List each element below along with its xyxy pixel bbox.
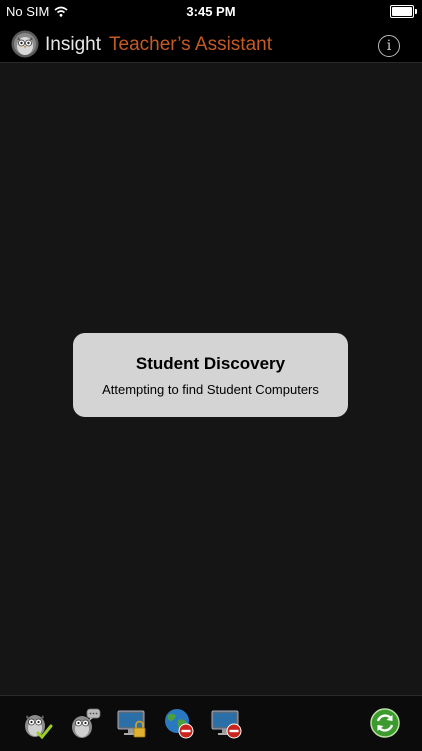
globe-block-icon bbox=[165, 709, 194, 739]
app-header: Insight Teacher’s Assistant i bbox=[0, 26, 422, 63]
main-content-area: Student Discovery Attempting to find Stu… bbox=[0, 63, 422, 695]
block-web-button[interactable] bbox=[162, 706, 196, 740]
clock-time: 3:45 PM bbox=[186, 4, 236, 19]
block-computers-button[interactable] bbox=[209, 706, 243, 740]
monitor-lock-icon bbox=[117, 710, 146, 738]
lock-screens-button[interactable] bbox=[115, 706, 149, 740]
app-title: Teacher’s Assistant bbox=[109, 34, 272, 55]
status-bar: No SIM 3:45 PM bbox=[0, 0, 422, 22]
refresh-button[interactable] bbox=[368, 706, 402, 740]
monitor-block-icon bbox=[211, 710, 242, 739]
bottom-toolbar bbox=[0, 695, 422, 751]
owl-message-icon bbox=[72, 708, 101, 738]
battery-level bbox=[392, 7, 412, 16]
owl-logo-icon bbox=[11, 30, 39, 58]
owl-message-button[interactable] bbox=[68, 706, 102, 740]
alert-title: Student Discovery bbox=[135, 354, 286, 373]
brand-name: Insight bbox=[45, 34, 101, 55]
owl-checkmark-button[interactable] bbox=[20, 706, 54, 740]
refresh-icon bbox=[370, 708, 400, 738]
battery-icon bbox=[390, 5, 417, 18]
student-discovery-alert: Student Discovery Attempting to find Stu… bbox=[73, 333, 348, 417]
info-icon: i bbox=[386, 38, 392, 54]
owl-checkmark-icon bbox=[25, 715, 53, 740]
alert-message: Attempting to find Student Computers bbox=[102, 382, 319, 397]
info-button[interactable]: i bbox=[378, 35, 400, 57]
